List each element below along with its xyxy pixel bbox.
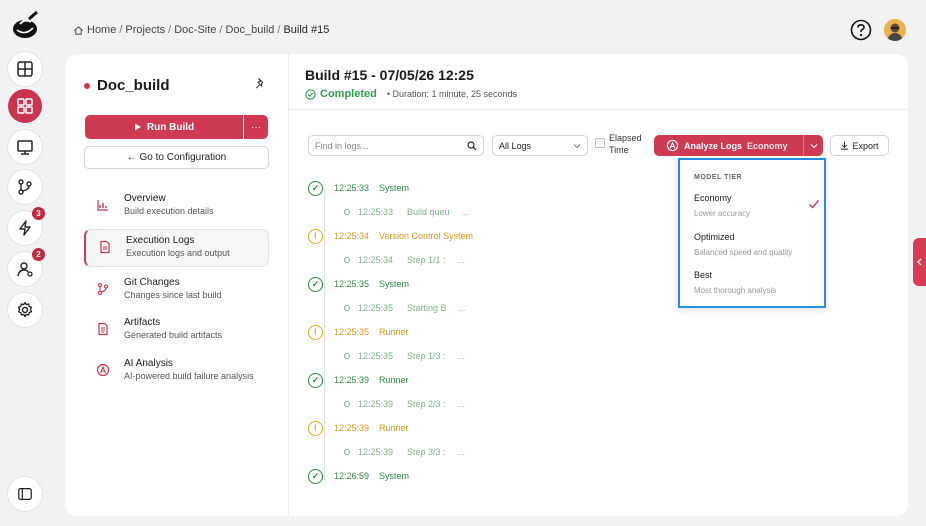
users-badge: 2 <box>32 248 45 261</box>
user-settings-icon <box>17 262 33 277</box>
pin-icon[interactable] <box>254 77 267 90</box>
nav-artifacts[interactable]: Artifacts Generated build artifacts <box>84 312 269 350</box>
tier-option-optimized[interactable]: Optimized Balanced speed and quality <box>694 231 820 259</box>
search-placeholder: Find in logs... <box>315 140 369 151</box>
check-circle-icon <box>305 88 316 100</box>
run-options-button[interactable]: ··· <box>244 115 268 139</box>
vcs-nav-button[interactable] <box>8 170 42 204</box>
side-panel-tab[interactable] <box>913 238 926 286</box>
tier-option-name: Economy <box>694 193 732 203</box>
nav-ai-analysis[interactable]: AI Analysis AI-powered build failure ana… <box>84 353 269 391</box>
app-logo-icon[interactable] <box>11 10 41 40</box>
tier-option-best[interactable]: Best Most thorough analysis <box>694 269 820 297</box>
tier-option-desc: Balanced speed and quality <box>694 248 793 257</box>
header-divider <box>289 109 908 110</box>
play-icon <box>134 123 141 131</box>
build-status: Completed • Duration: 1 minute, 25 secon… <box>305 88 517 100</box>
nav-overview-title: Overview <box>124 193 166 204</box>
tier-option-desc: Lower accuracy <box>694 209 751 218</box>
breadcrumb-doc-site[interactable]: Doc-Site <box>174 24 216 36</box>
build-title: Build #15 - 07/05/26 12:25 <box>305 67 474 83</box>
avatar[interactable] <box>884 19 906 41</box>
project-title: Doc_build <box>84 77 170 94</box>
user-avatar-icon <box>884 19 906 41</box>
document-icon <box>98 322 108 336</box>
nav-overview-subtitle: Build execution details <box>124 206 214 216</box>
breadcrumb-current: Build #15 <box>283 24 330 36</box>
status-badge: Completed <box>320 88 377 100</box>
home-icon <box>74 25 83 35</box>
git-branch-icon <box>18 179 32 195</box>
ai-icon <box>96 363 110 377</box>
search-input[interactable]: Find in logs... <box>308 135 484 156</box>
go-to-configuration-button[interactable]: ← Go to Configuration <box>84 146 269 169</box>
nav-git-changes[interactable]: Git Changes Changes since last build <box>84 272 269 310</box>
search-icon <box>467 140 477 150</box>
project-name: Doc_build <box>97 77 170 94</box>
run-build-button[interactable]: Run Build <box>85 115 243 139</box>
lightning-icon <box>19 220 31 236</box>
sidebar-toggle-icon <box>18 488 32 500</box>
help-icon[interactable] <box>850 19 872 41</box>
agents-nav-button[interactable] <box>8 130 42 164</box>
tier-option-name: Best <box>694 270 713 280</box>
tier-option-economy[interactable]: Economy Lower accuracy <box>694 192 820 220</box>
deployments-badge: 3 <box>32 207 45 220</box>
breadcrumb: Home / Projects / Doc-Site / Doc_build /… <box>73 24 329 36</box>
build-duration: • Duration: 1 minute, 25 seconds <box>386 89 518 99</box>
run-build-label: Run Build <box>146 121 195 133</box>
gear-icon <box>17 301 33 318</box>
nav-git-changes-title: Git Changes <box>124 277 180 288</box>
tier-option-desc: Most thorough analysis <box>694 286 777 295</box>
git-branch-icon <box>97 282 109 296</box>
nav-execution-logs-title: Execution Logs <box>126 235 195 246</box>
layout-icon <box>17 61 33 77</box>
model-tier-header: MODEL TIER <box>694 174 743 181</box>
check-icon <box>809 200 820 209</box>
nav-ai-analysis-subtitle: AI-powered build failure analysis <box>124 371 254 381</box>
build-sidebar: Doc_build Run Build ··· ← Go to Configur… <box>65 54 289 516</box>
users-nav-button[interactable]: 2 <box>8 248 45 286</box>
monitor-icon <box>17 140 33 155</box>
chart-icon <box>97 200 108 211</box>
collapse-sidebar-button[interactable] <box>8 477 42 511</box>
nav-execution-logs[interactable]: Execution Logs Execution logs and output <box>84 229 269 267</box>
nav-overview[interactable]: Overview Build execution details <box>84 188 269 226</box>
projects-nav-button[interactable] <box>8 89 42 123</box>
breadcrumb-projects[interactable]: Projects <box>125 24 165 36</box>
model-tier-dropdown: MODEL TIER Economy Lower accuracy Optimi… <box>678 158 826 308</box>
tier-option-name: Optimized <box>694 232 735 242</box>
left-rail: 3 2 <box>0 0 52 526</box>
breadcrumb-home[interactable]: Home <box>87 24 116 36</box>
settings-nav-button[interactable] <box>8 293 42 327</box>
dashboard-nav-button[interactable] <box>8 52 42 86</box>
file-icon <box>100 240 110 254</box>
breadcrumb-doc-build[interactable]: Doc_build <box>225 24 274 36</box>
status-dot <box>84 82 90 89</box>
nav-git-changes-subtitle: Changes since last build <box>124 290 222 300</box>
chevron-left-icon <box>917 258 922 266</box>
deployments-nav-button[interactable]: 3 <box>8 207 45 245</box>
nav-ai-analysis-title: AI Analysis <box>124 358 173 369</box>
nav-execution-logs-subtitle: Execution logs and output <box>126 248 230 258</box>
nav-artifacts-subtitle: Generated build artifacts <box>124 330 223 340</box>
nav-artifacts-title: Artifacts <box>124 317 161 328</box>
grid-icon <box>17 98 33 114</box>
